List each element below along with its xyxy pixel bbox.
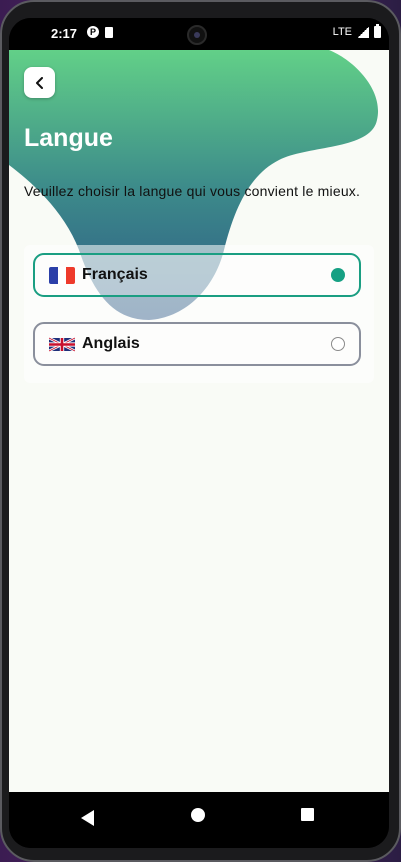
back-button[interactable] <box>24 67 55 98</box>
france-flag-icon <box>49 266 75 284</box>
language-label: Anglais <box>82 335 140 352</box>
battery-icon <box>374 24 381 38</box>
page-title: Langue <box>24 124 113 152</box>
uk-flag-icon <box>49 336 75 353</box>
page-description: Veuillez choisir la langue qui vous conv… <box>24 183 361 199</box>
notification-icons: P <box>87 26 113 38</box>
status-bar: 2:17 P LTE <box>9 18 389 50</box>
nav-recent-icon[interactable] <box>301 808 314 821</box>
language-option-french[interactable]: Français <box>33 253 361 297</box>
language-screen: Langue Veuillez choisir la langue qui vo… <box>9 50 389 792</box>
system-navigation-bar <box>9 792 389 848</box>
chevron-left-icon <box>35 76 43 89</box>
signal-icon <box>357 26 369 38</box>
language-label: Français <box>82 266 148 283</box>
p-badge-icon: P <box>87 26 99 38</box>
radio-unselected[interactable] <box>331 337 345 351</box>
language-option-english[interactable]: Anglais <box>33 322 361 366</box>
radio-selected[interactable] <box>331 268 345 282</box>
network-type: LTE <box>332 26 352 38</box>
nav-back-icon[interactable] <box>81 810 95 826</box>
phone-screen: 2:17 P LTE Langue Veuillez choisir la la… <box>9 18 389 848</box>
sd-card-icon <box>105 26 113 38</box>
front-camera <box>187 25 207 45</box>
system-status-icons: LTE <box>332 24 381 38</box>
status-time: 2:17 <box>51 26 78 41</box>
language-options: Français Anglais <box>24 245 374 383</box>
nav-home-icon[interactable] <box>191 808 205 822</box>
